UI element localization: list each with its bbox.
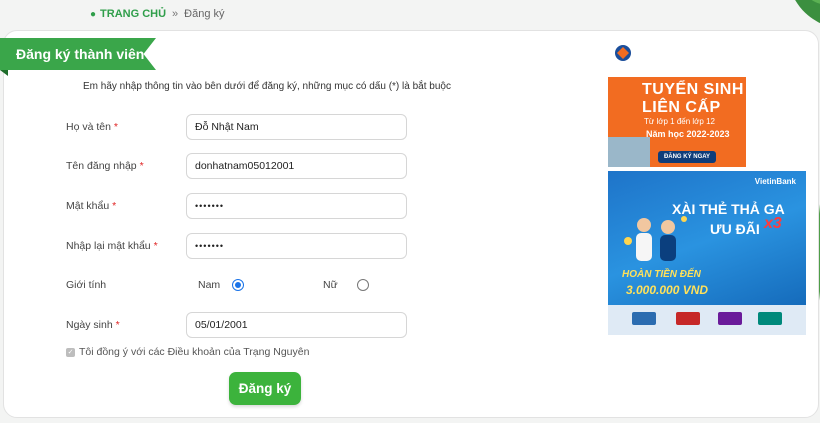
bank-ad-refund2: 3.000.000 VND: [626, 283, 709, 297]
couple-illustration-icon: [624, 216, 687, 261]
breadcrumb: ● TRANG CHỦ » Đăng ký: [90, 8, 225, 20]
form-title-ribbon: Đăng ký thành viên: [0, 38, 156, 70]
bank-ad-banner[interactable]: VietinBank XÀI THẺ THẢ GA ƯU ĐÃI x3 HOÀN…: [608, 171, 806, 335]
bank-ad-brand: VietinBank: [754, 177, 796, 186]
birthday-row: Ngày sinh * 05/01/2001: [66, 312, 426, 338]
username-input[interactable]: donhatnam05012001: [186, 153, 407, 179]
confirm-password-label: Nhập lại mật khẩu *: [66, 240, 158, 252]
breadcrumb-current: Đăng ký: [184, 8, 225, 20]
card-icon: [676, 312, 700, 325]
phenikaa-logo-icon: [615, 45, 631, 61]
fullname-label: Họ và tên *: [66, 121, 118, 133]
breadcrumb-home-label: TRANG CHỦ: [100, 8, 167, 20]
card-icon: [718, 312, 742, 325]
gender-option-male[interactable]: Nam: [198, 279, 244, 291]
school-ad-line3: Từ lớp 1 đến lớp 12: [644, 117, 715, 126]
breadcrumb-separator: »: [172, 8, 179, 20]
register-button[interactable]: Đăng ký: [229, 372, 301, 405]
birthday-label: Ngày sinh *: [66, 319, 120, 331]
confirm-password-row: Nhập lại mật khẩu * •••••••: [66, 233, 426, 259]
gender-female-radio[interactable]: [357, 279, 369, 291]
gender-row: Giới tính: [66, 272, 426, 298]
gender-female-label: Nữ: [323, 279, 338, 291]
card-icon: [758, 312, 782, 325]
school-ad-line1: TUYỂN SINH: [642, 81, 744, 98]
form-intro-text: Em hãy nhập thông tin vào bên dưới để đă…: [83, 81, 451, 92]
fullname-input[interactable]: Đỗ Nhật Nam: [186, 114, 407, 140]
birthday-input[interactable]: 05/01/2001: [186, 312, 407, 338]
confirm-password-input[interactable]: •••••••: [186, 233, 407, 259]
terms-checkbox[interactable]: ✓: [66, 347, 75, 357]
username-label: Tên đăng nhập *: [66, 160, 144, 172]
card-icon: [632, 312, 656, 325]
gender-option-female[interactable]: Nữ: [323, 279, 369, 291]
ad-photo: [608, 137, 650, 167]
gender-male-label: Nam: [198, 279, 221, 291]
password-label: Mật khẩu *: [66, 200, 117, 212]
bullet-icon: ●: [90, 8, 97, 20]
school-ad-cta[interactable]: ĐĂNG KÝ NGAY: [658, 151, 716, 163]
gender-label: Giới tính: [66, 279, 107, 291]
gender-male-radio[interactable]: [232, 279, 244, 291]
fullname-row: Họ và tên * Đỗ Nhật Nam: [66, 114, 426, 140]
bank-ad-headline2: ƯU ĐÃI: [710, 221, 760, 237]
password-row: Mật khẩu * •••••••: [66, 193, 426, 219]
terms-label: Tôi đồng ý với các Điều khoản của Trạng …: [79, 346, 310, 358]
leaf-decoration: [795, 0, 820, 24]
username-row: Tên đăng nhập * donhatnam05012001: [66, 153, 426, 179]
school-ad-banner[interactable]: TUYỂN SINH LIÊN CẤP Từ lớp 1 đến lớp 12 …: [608, 37, 746, 167]
form-title: Đăng ký thành viên: [16, 46, 145, 62]
school-ad-line4: Năm học 2022-2023: [646, 129, 730, 139]
bank-ad-refund1: HOÀN TIỀN ĐẾN: [622, 269, 701, 280]
bank-ad-badge: x3: [764, 215, 782, 232]
school-ad-line2: LIÊN CẤP: [642, 99, 721, 116]
terms-agreement[interactable]: ✓ Tôi đồng ý với các Điều khoản của Trạn…: [66, 346, 309, 358]
password-input[interactable]: •••••••: [186, 193, 407, 219]
breadcrumb-home-link[interactable]: ● TRANG CHỦ: [90, 8, 166, 20]
